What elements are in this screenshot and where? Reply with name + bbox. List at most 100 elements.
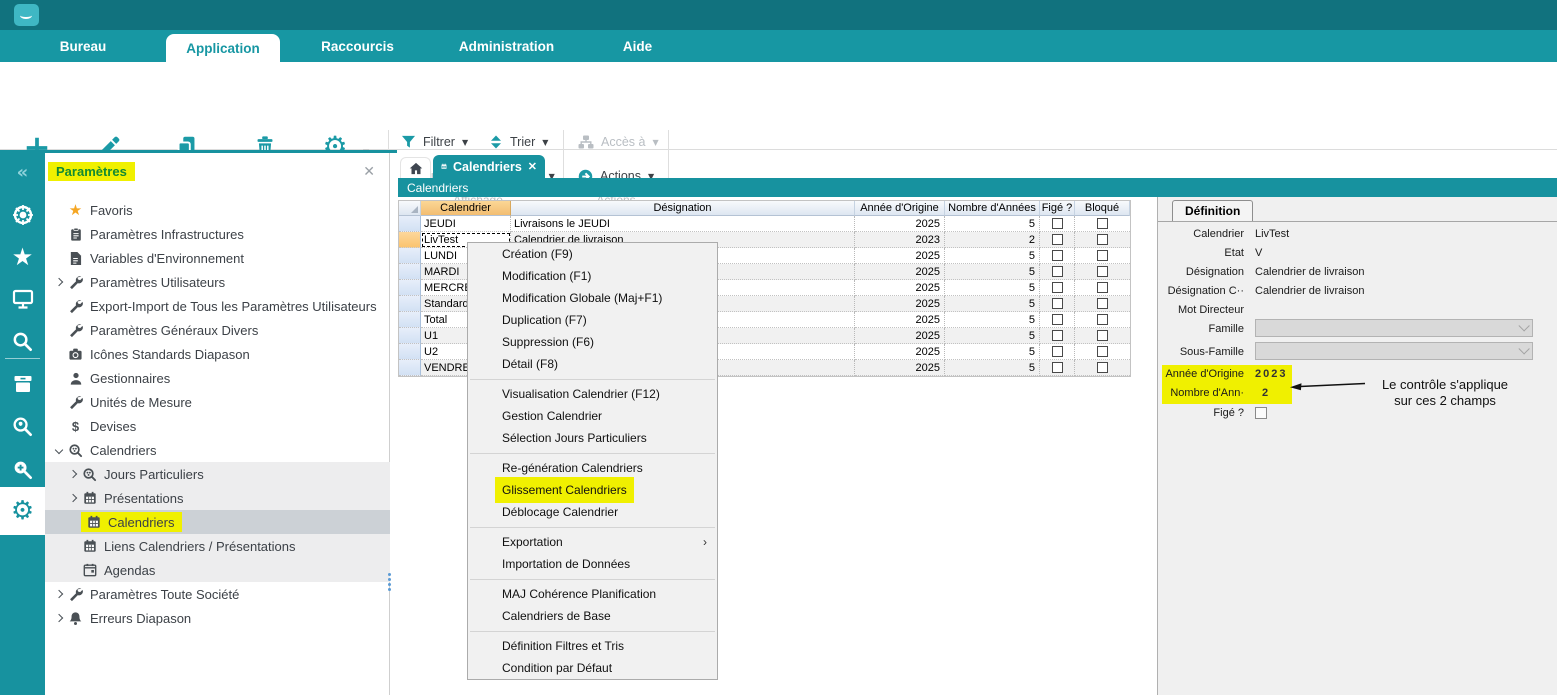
cell-calendrier[interactable]: JEUDI bbox=[421, 216, 511, 232]
tree-item-parametres-generaux[interactable]: Paramètres Généraux Divers bbox=[45, 318, 390, 342]
cell-bloque[interactable] bbox=[1075, 248, 1130, 264]
cell-origin[interactable]: 2025 bbox=[855, 296, 945, 312]
row-selector[interactable] bbox=[399, 296, 421, 312]
home-tab[interactable] bbox=[400, 157, 431, 178]
field-value[interactable]: Calendrier de livraison bbox=[1255, 285, 1364, 297]
fige-checkbox[interactable] bbox=[1052, 314, 1063, 325]
menu-item-duplication[interactable]: Duplication (F7) bbox=[468, 309, 717, 331]
cell-origin[interactable]: 2025 bbox=[855, 280, 945, 296]
cell-origin[interactable]: 2025 bbox=[855, 216, 945, 232]
cell-fige[interactable] bbox=[1040, 360, 1075, 376]
menu-item-modification-globale[interactable]: Modification Globale (Maj+F1) bbox=[468, 287, 717, 309]
menu-item-definition-filtres-et-tris[interactable]: Définition Filtres et Tris bbox=[468, 635, 717, 657]
row-selector[interactable] bbox=[399, 328, 421, 344]
field-value[interactable]: 2 bbox=[1262, 387, 1270, 399]
search-icon[interactable] bbox=[0, 324, 45, 358]
menu-tab-application[interactable]: Application bbox=[166, 34, 280, 62]
cell-origin[interactable]: 2023 bbox=[855, 232, 945, 248]
menu-item-calendriers-de-base[interactable]: Calendriers de Base bbox=[468, 605, 717, 627]
menu-item-importation-de-donnees[interactable]: Importation de Données bbox=[468, 553, 717, 575]
tab-definition[interactable]: Définition bbox=[1172, 200, 1253, 221]
cell-bloque[interactable] bbox=[1075, 280, 1130, 296]
cell-fige[interactable] bbox=[1040, 216, 1075, 232]
tree-item-calendriers[interactable]: Calendriers bbox=[45, 510, 390, 534]
column-header-nombre-annees[interactable]: Nombre d'Années bbox=[945, 201, 1040, 216]
cell-fige[interactable] bbox=[1040, 312, 1075, 328]
fige-checkbox[interactable] bbox=[1052, 362, 1063, 373]
cell-bloque[interactable] bbox=[1075, 344, 1130, 360]
menu-tab-aide[interactable]: Aide bbox=[578, 30, 697, 62]
archive-box-icon[interactable] bbox=[0, 367, 45, 401]
tree-item-unites-de-mesure[interactable]: Unités de Mesure bbox=[45, 390, 390, 414]
cell-bloque[interactable] bbox=[1075, 312, 1130, 328]
collapse-panel-icon[interactable]: « bbox=[0, 155, 45, 189]
row-selector[interactable] bbox=[399, 344, 421, 360]
cell-bloque[interactable] bbox=[1075, 264, 1130, 280]
fige-checkbox[interactable] bbox=[1052, 218, 1063, 229]
bloque-checkbox[interactable] bbox=[1097, 266, 1108, 277]
menu-item-gestion-calendrier[interactable]: Gestion Calendrier bbox=[468, 405, 717, 427]
cell-fige[interactable] bbox=[1040, 296, 1075, 312]
bloque-checkbox[interactable] bbox=[1097, 314, 1108, 325]
cell-designation[interactable]: Livraisons le JEUDI bbox=[511, 216, 855, 232]
favorites-star-icon[interactable]: ★ bbox=[0, 240, 45, 274]
bloque-checkbox[interactable] bbox=[1097, 346, 1108, 357]
menu-tab-raccourcis[interactable]: Raccourcis bbox=[280, 30, 435, 62]
row-selector[interactable] bbox=[399, 264, 421, 280]
field-value[interactable]: LivTest bbox=[1255, 228, 1289, 240]
menu-item-suppression[interactable]: Suppression (F6) bbox=[468, 331, 717, 353]
tab-close-icon[interactable]: ✕ bbox=[528, 160, 537, 173]
menu-item-visualisation-calendrier[interactable]: Visualisation Calendrier (F12) bbox=[468, 383, 717, 405]
cell-years[interactable]: 5 bbox=[945, 248, 1040, 264]
cell-fige[interactable] bbox=[1040, 328, 1075, 344]
splitter-handle[interactable] bbox=[388, 573, 392, 593]
cell-years[interactable]: 5 bbox=[945, 360, 1040, 376]
tree-item-parametres-infrastructures[interactable]: Paramètres Infrastructures bbox=[45, 222, 390, 246]
cell-origin[interactable]: 2025 bbox=[855, 344, 945, 360]
tree-item-variables-environnement[interactable]: Variables d'Environnement bbox=[45, 246, 390, 270]
cell-years[interactable]: 5 bbox=[945, 328, 1040, 344]
fige-checkbox[interactable] bbox=[1052, 330, 1063, 341]
cell-fige[interactable] bbox=[1040, 280, 1075, 296]
bloque-checkbox[interactable] bbox=[1097, 218, 1108, 229]
filtrer-button[interactable]: Filtrer ▼ bbox=[401, 132, 468, 152]
menu-item-selection-jours-particuliers[interactable]: Sélection Jours Particuliers bbox=[468, 427, 717, 449]
tree-item-devises[interactable]: $Devises bbox=[45, 414, 390, 438]
panel-close-icon[interactable]: ✕ bbox=[363, 163, 375, 180]
cell-years[interactable]: 5 bbox=[945, 264, 1040, 280]
column-header-designation[interactable]: Désignation bbox=[511, 201, 855, 216]
cell-bloque[interactable] bbox=[1075, 360, 1130, 376]
cell-fige[interactable] bbox=[1040, 344, 1075, 360]
cell-years[interactable]: 2 bbox=[945, 232, 1040, 248]
field-value[interactable]: Calendrier de livraison bbox=[1255, 266, 1364, 278]
menu-item-maj-coherence-planification[interactable]: MAJ Cohérence Planification bbox=[468, 583, 717, 605]
column-header-bloque[interactable]: Bloqué bbox=[1075, 201, 1130, 216]
menu-item-condition-par-defaut[interactable]: Condition par Défaut bbox=[468, 657, 717, 679]
menu-tab-bureau[interactable]: Bureau bbox=[0, 30, 166, 62]
menu-item-regeneration-calendriers[interactable]: Re-génération Calendriers bbox=[468, 457, 717, 479]
cell-fige[interactable] bbox=[1040, 232, 1075, 248]
row-selector[interactable] bbox=[399, 248, 421, 264]
acces-a-button[interactable]: Accès à ▼ bbox=[578, 132, 659, 152]
menu-item-modification[interactable]: Modification (F1) bbox=[468, 265, 717, 287]
tree-item-export-import[interactable]: Export-Import de Tous les Paramètres Uti… bbox=[45, 294, 390, 318]
cell-origin[interactable]: 2025 bbox=[855, 360, 945, 376]
cell-years[interactable]: 5 bbox=[945, 344, 1040, 360]
tree-item-parametres-utilisateurs[interactable]: Paramètres Utilisateurs bbox=[45, 270, 390, 294]
cell-bloque[interactable] bbox=[1075, 232, 1130, 248]
tree-item-favoris[interactable]: ★Favoris bbox=[45, 198, 390, 222]
bloque-checkbox[interactable] bbox=[1097, 362, 1108, 373]
bloque-checkbox[interactable] bbox=[1097, 330, 1108, 341]
bloque-checkbox[interactable] bbox=[1097, 234, 1108, 245]
row-selector[interactable] bbox=[399, 360, 421, 376]
cell-bloque[interactable] bbox=[1075, 296, 1130, 312]
menu-item-glissement-calendriers[interactable]: Glissement Calendriers bbox=[468, 479, 717, 501]
row-selector[interactable] bbox=[399, 312, 421, 328]
fige-checkbox[interactable] bbox=[1052, 298, 1063, 309]
search-location-icon[interactable] bbox=[0, 409, 45, 443]
bloque-checkbox[interactable] bbox=[1097, 250, 1108, 261]
fige-checkbox[interactable] bbox=[1052, 234, 1063, 245]
menu-item-deblocage-calendrier[interactable]: Déblocage Calendrier bbox=[468, 501, 717, 523]
column-header-calendrier[interactable]: Calendrier bbox=[421, 201, 511, 216]
wheel-icon[interactable] bbox=[0, 198, 45, 232]
